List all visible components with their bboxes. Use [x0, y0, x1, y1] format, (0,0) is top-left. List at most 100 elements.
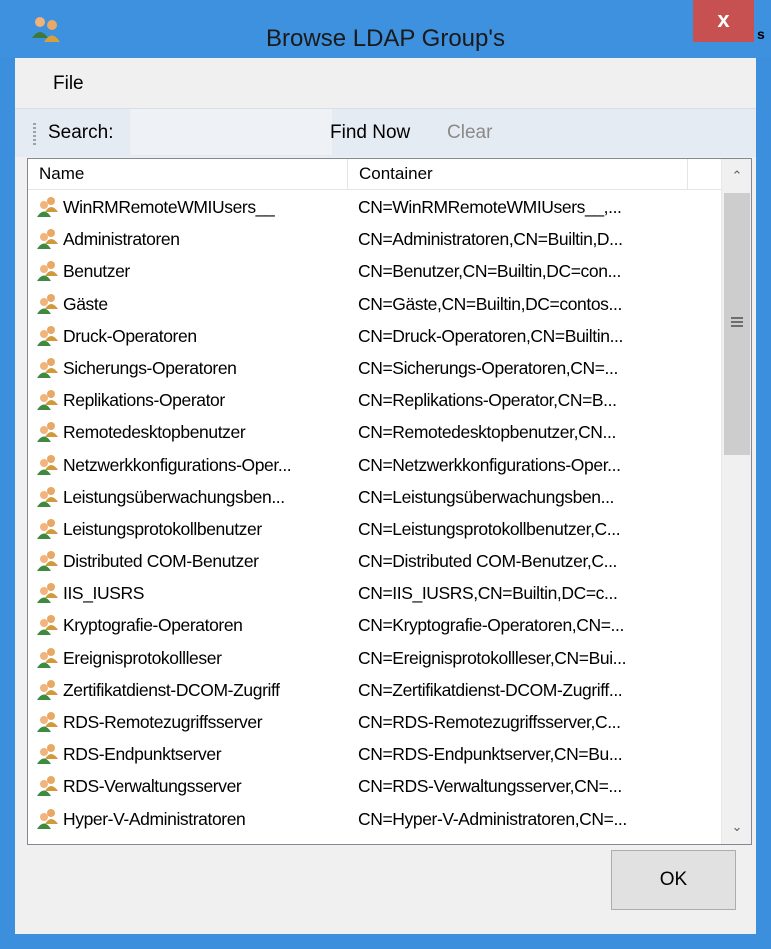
row-container: CN=Administratoren,CN=Builtin,D... [358, 229, 623, 250]
user-group-icon [36, 293, 60, 315]
table-row[interactable]: Distributed COM-Benutzer CN=Distributed C… [28, 545, 721, 577]
row-name: RDS-Verwaltungsserver [63, 776, 242, 797]
user-group-icon [36, 421, 60, 443]
table-row[interactable]: RDS-Verwaltungsserver CN=RDS-Verwaltungss… [28, 770, 721, 802]
table-row[interactable]: Leistungsprotokollbenutzer CN=Leistungspr… [28, 513, 721, 545]
row-container: CN=RDS-Endpunktserver,CN=Bu... [358, 744, 623, 765]
row-container: CN=Druck-Operatoren,CN=Builtin... [358, 325, 623, 346]
list-header: Name Container [28, 159, 721, 190]
row-name: Replikations-Operator [63, 390, 225, 411]
user-group-icon [36, 679, 60, 701]
table-row[interactable]: RDS-Endpunktserver CN=RDS-Endpunktserver,… [28, 738, 721, 770]
table-row[interactable]: Replikations-Operator CN=Replikations-Ope… [28, 384, 721, 416]
table-row[interactable]: Druck-Operatoren CN=Druck-Operatoren,CN=B… [28, 320, 721, 352]
user-group-icon [36, 711, 60, 733]
row-name: WinRMRemoteWMIUsers__ [63, 197, 275, 217]
row-name: Kryptografie-Operatoren [63, 615, 243, 636]
column-header-container[interactable]: Container [348, 159, 688, 189]
user-group-icon [36, 389, 60, 411]
row-name: Remotedesktopbenutzer [63, 422, 246, 443]
vertical-scrollbar[interactable]: ⌃ ⌄ [721, 159, 751, 844]
table-row[interactable]: Leistungsüberwachungsben... CN=Leistungsü… [28, 481, 721, 513]
user-group-icon [36, 486, 60, 508]
user-group-icon [36, 357, 60, 379]
table-row[interactable]: Administratoren CN=Administratoren,CN=Bui… [28, 223, 721, 255]
table-row[interactable]: Sicherungs-Operatoren CN=Sicherungs-Opera… [28, 352, 721, 384]
user-group-icon [36, 325, 60, 347]
row-container: CN=Leistungsüberwachungsben... [358, 486, 615, 507]
thumb-grip-icon [731, 317, 743, 328]
scroll-thumb[interactable] [724, 193, 750, 455]
table-row[interactable]: Netzwerkkonfigurations-Oper... CN=Netzwer… [28, 449, 721, 481]
table-row[interactable]: Zertifikatdienst-DCOM-Zugriff CN=Zertifik… [28, 674, 721, 706]
clear-button[interactable]: Clear [447, 122, 492, 144]
row-name: Leistungsüberwachungsben... [63, 486, 285, 507]
row-name: Leistungsprotokollbenutzer [63, 518, 262, 539]
row-name: Benutzer [63, 261, 130, 282]
row-name: Administratoren [63, 229, 180, 250]
title-bar[interactable]: Browse LDAP Group's x [0, 0, 771, 58]
user-group-icon [36, 260, 60, 282]
search-toolbar: Search: Find Now Clear [15, 108, 756, 157]
table-row[interactable]: Gäste CN=Gäste,CN=Builtin,DC=contos... [28, 288, 721, 320]
row-name: RDS-Remotezugriffsserver [63, 712, 263, 732]
row-name: Zertifikatdienst-DCOM-Zugriff [63, 679, 280, 700]
row-container: CN=Sicherungs-Operatoren,CN=... [358, 357, 618, 378]
row-container: CN=Kryptografie-Operatoren,CN=... [358, 615, 624, 636]
chevron-down-icon[interactable]: ⌄ [722, 812, 751, 844]
table-row[interactable]: IIS_IUSRS CN=IIS_IUSRS,CN=Builtin,DC=c... [28, 577, 721, 609]
find-now-button[interactable]: Find Now [330, 122, 410, 144]
user-group-icon [36, 550, 60, 572]
row-container: CN=Replikations-Operator,CN=B... [358, 390, 617, 411]
table-row[interactable]: Kryptografie-Operatoren CN=Kryptografie-O… [28, 609, 721, 641]
side-fragment-text: s [757, 26, 765, 42]
row-container: CN=Netzwerkkonfigurations-Oper... [358, 454, 621, 475]
column-header-name[interactable]: Name [28, 159, 348, 189]
menu-bar: File [15, 58, 756, 108]
row-name: Gäste [63, 293, 108, 314]
row-container: CN=Zertifikatdienst-DCOM-Zugriff... [358, 679, 623, 700]
toolbar-grip-icon[interactable] [33, 123, 36, 145]
table-row[interactable]: Hyper-V-Administratoren CN=Hyper-V-Admini… [28, 803, 721, 835]
row-container: CN=Remotedesktopbenutzer,CN... [358, 422, 616, 443]
search-label: Search: [48, 122, 114, 143]
ok-button[interactable]: OK [611, 850, 736, 910]
row-container: CN=IIS_IUSRS,CN=Builtin,DC=c... [358, 583, 618, 604]
dialog-window: Browse LDAP Group's x s File Search: Fin… [0, 0, 771, 949]
table-row[interactable]: Benutzer CN=Benutzer,CN=Builtin,DC=con... [28, 255, 721, 287]
row-name: IIS_IUSRS [63, 583, 145, 604]
user-group-icon [36, 808, 60, 830]
row-container: CN=Ereignisprotokollleser,CN=Bui... [358, 647, 627, 668]
chevron-up-icon[interactable]: ⌃ [722, 159, 751, 191]
group-list[interactable]: Name Container WinRMRemoteWMIUsers__ CN=W… [27, 158, 752, 845]
row-container: CN=Benutzer,CN=Builtin,DC=con... [358, 261, 621, 282]
row-name: Distributed COM-Benutzer [63, 551, 259, 572]
row-container: CN=Leistungsprotokollbenutzer,C... [358, 518, 621, 539]
table-row[interactable]: WinRMRemoteWMIUsers__ CN=WinRMRemoteWMIUs… [28, 191, 721, 223]
row-container: CN=Distributed COM-Benutzer,C... [358, 551, 618, 572]
user-group-icon [36, 454, 60, 476]
row-container: CN=Hyper-V-Administratoren,CN=... [358, 808, 627, 829]
list-rows: WinRMRemoteWMIUsers__ CN=WinRMRemoteWMIUs… [28, 191, 721, 835]
row-name: Druck-Operatoren [63, 325, 197, 346]
search-input[interactable] [130, 109, 332, 155]
row-name: Netzwerkkonfigurations-Oper... [63, 454, 292, 475]
table-row[interactable]: RDS-Remotezugriffsserver CN=RDS-Remotezug… [28, 706, 721, 738]
user-group-icon [36, 518, 60, 540]
row-container: CN=RDS-Remotezugriffsserver,C... [358, 712, 621, 732]
user-group-icon [36, 582, 60, 604]
row-container: CN=WinRMRemoteWMIUsers__,... [358, 197, 622, 217]
table-row[interactable]: Remotedesktopbenutzer CN=Remotedesktopben… [28, 416, 721, 448]
user-group-icon [36, 196, 60, 218]
table-row[interactable]: Ereignisprotokollleser CN=Ereignisprotoko… [28, 642, 721, 674]
row-name: Sicherungs-Operatoren [63, 357, 237, 378]
row-name: RDS-Endpunktserver [63, 744, 222, 765]
row-container: CN=Gäste,CN=Builtin,DC=contos... [358, 293, 622, 314]
menu-file[interactable]: File [53, 73, 84, 95]
row-name: Ereignisprotokollleser [63, 647, 222, 668]
close-button[interactable]: x [693, 0, 754, 42]
user-group-icon [36, 743, 60, 765]
user-group-icon [36, 614, 60, 636]
user-group-icon [36, 228, 60, 250]
dialog-client-area: File Search: Find Now Clear Name Contain… [15, 58, 756, 934]
